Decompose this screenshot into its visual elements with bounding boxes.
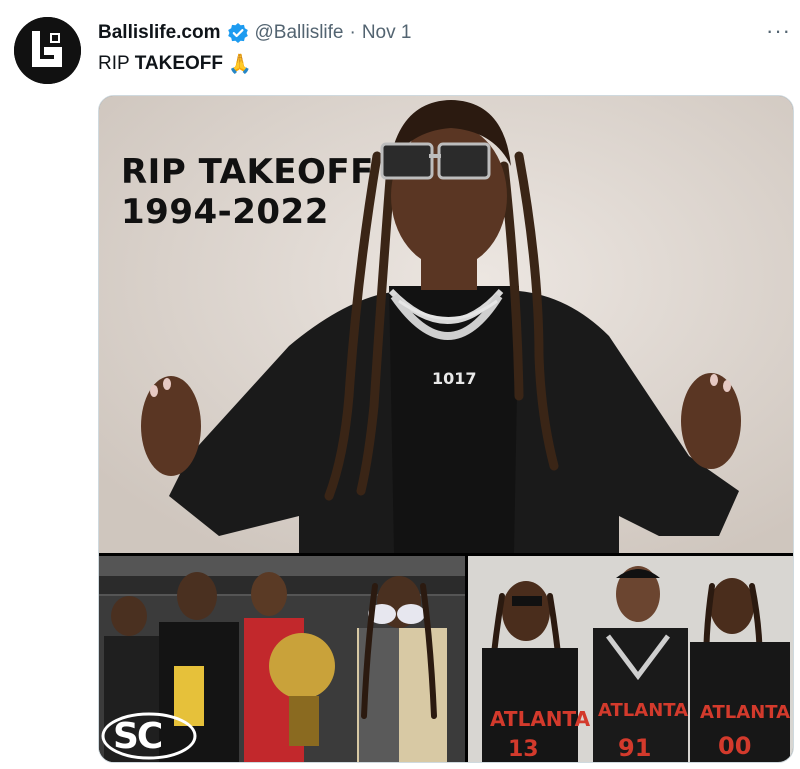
bottom-left-photo[interactable]: SC [99,556,465,762]
headline-line-1: RIP TAKEOFF [121,152,374,192]
ellipsis-icon[interactable]: ··· [766,20,791,42]
main-photo[interactable]: 1017 RIP TAKEOFF 1994-2022 [99,96,793,553]
jersey-number-right: 00 [718,732,751,760]
bottom-right-photo[interactable]: ATLANTA 13 ATLANTA 91 ATLANTA 00 [468,556,793,762]
pendant-text: 1017 [432,369,477,388]
tweet-text: RIP TAKEOFF 🙏 [98,52,252,76]
tweet-text-bold: TAKEOFF [134,53,223,74]
jersey-text-left: ATLANTA [490,707,591,731]
separator-dot: · [349,22,356,43]
headline: RIP TAKEOFF 1994-2022 [121,152,374,232]
pray-emoji-icon: 🙏 [228,54,252,75]
tweet-date[interactable]: Nov 1 [362,22,412,44]
jersey-number-middle: 91 [618,734,651,762]
verified-badge-icon[interactable] [227,22,249,44]
sc-logo-text: SC [113,716,162,757]
ballislife-logo-icon [14,17,81,84]
display-name[interactable]: Ballislife.com [98,22,221,44]
jersey-number-left: 13 [508,737,539,762]
handle[interactable]: @Ballislife [255,22,344,44]
group-photo-illustration: SC [99,556,465,762]
media-grid: 1017 RIP TAKEOFF 1994-2022 SC ATLANTA 13… [98,95,794,763]
jersey-text-right: ATLANTA [700,702,790,723]
avatar[interactable] [14,17,81,84]
tweet-header: Ballislife.com @Ballislife · Nov 1 [98,22,411,44]
headline-line-2: 1994-2022 [121,192,329,232]
jersey-text-middle: ATLANTA [598,700,688,721]
trio-photo-illustration: ATLANTA 13 ATLANTA 91 ATLANTA 00 [468,556,793,762]
tweet-text-prefix: RIP [98,53,130,74]
